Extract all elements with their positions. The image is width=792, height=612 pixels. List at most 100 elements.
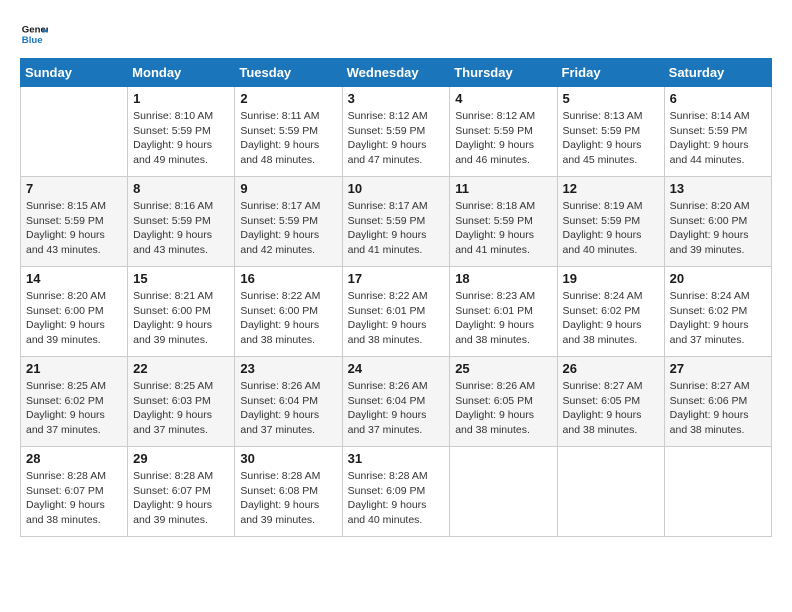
- day-info: Sunrise: 8:11 AM Sunset: 5:59 PM Dayligh…: [240, 109, 336, 168]
- calendar-cell: [450, 447, 557, 537]
- day-number: 19: [563, 271, 659, 286]
- day-number: 2: [240, 91, 336, 106]
- day-info: Sunrise: 8:27 AM Sunset: 6:06 PM Dayligh…: [670, 379, 766, 438]
- day-number: 8: [133, 181, 229, 196]
- day-info: Sunrise: 8:24 AM Sunset: 6:02 PM Dayligh…: [563, 289, 659, 348]
- day-number: 23: [240, 361, 336, 376]
- day-info: Sunrise: 8:19 AM Sunset: 5:59 PM Dayligh…: [563, 199, 659, 258]
- day-header-wednesday: Wednesday: [342, 59, 450, 87]
- calendar-week-row: 1 Sunrise: 8:10 AM Sunset: 5:59 PM Daylig…: [21, 87, 772, 177]
- day-number: 18: [455, 271, 551, 286]
- calendar-cell: 23 Sunrise: 8:26 AM Sunset: 6:04 PM Dayli…: [235, 357, 342, 447]
- day-number: 24: [348, 361, 445, 376]
- day-info: Sunrise: 8:26 AM Sunset: 6:05 PM Dayligh…: [455, 379, 551, 438]
- calendar-cell: 19 Sunrise: 8:24 AM Sunset: 6:02 PM Dayli…: [557, 267, 664, 357]
- calendar-week-row: 21 Sunrise: 8:25 AM Sunset: 6:02 PM Dayli…: [21, 357, 772, 447]
- calendar-cell: 22 Sunrise: 8:25 AM Sunset: 6:03 PM Dayli…: [128, 357, 235, 447]
- day-number: 1: [133, 91, 229, 106]
- calendar-table: SundayMondayTuesdayWednesdayThursdayFrid…: [20, 58, 772, 537]
- day-number: 10: [348, 181, 445, 196]
- calendar-cell: 9 Sunrise: 8:17 AM Sunset: 5:59 PM Daylig…: [235, 177, 342, 267]
- calendar-cell: 26 Sunrise: 8:27 AM Sunset: 6:05 PM Dayli…: [557, 357, 664, 447]
- calendar-cell: 12 Sunrise: 8:19 AM Sunset: 5:59 PM Dayli…: [557, 177, 664, 267]
- day-info: Sunrise: 8:12 AM Sunset: 5:59 PM Dayligh…: [348, 109, 445, 168]
- day-header-saturday: Saturday: [664, 59, 771, 87]
- day-number: 17: [348, 271, 445, 286]
- calendar-cell: 20 Sunrise: 8:24 AM Sunset: 6:02 PM Dayli…: [664, 267, 771, 357]
- calendar-cell: 28Sunrise: 8:28 AM Sunset: 6:07 PM Dayli…: [21, 447, 128, 537]
- day-number: 20: [670, 271, 766, 286]
- calendar-cell: 27 Sunrise: 8:27 AM Sunset: 6:06 PM Dayli…: [664, 357, 771, 447]
- day-number: 26: [563, 361, 659, 376]
- calendar-header-row: SundayMondayTuesdayWednesdayThursdayFrid…: [21, 59, 772, 87]
- calendar-cell: 18 Sunrise: 8:23 AM Sunset: 6:01 PM Dayli…: [450, 267, 557, 357]
- day-info: Sunrise: 8:10 AM Sunset: 5:59 PM Dayligh…: [133, 109, 229, 168]
- calendar-cell: 16 Sunrise: 8:22 AM Sunset: 6:00 PM Dayli…: [235, 267, 342, 357]
- day-number: 9: [240, 181, 336, 196]
- day-info: Sunrise: 8:12 AM Sunset: 5:59 PM Dayligh…: [455, 109, 551, 168]
- day-info: Sunrise: 8:28 AM Sunset: 6:09 PM Dayligh…: [348, 469, 445, 528]
- calendar-week-row: 14 Sunrise: 8:20 AM Sunset: 6:00 PM Dayli…: [21, 267, 772, 357]
- day-number: 6: [670, 91, 766, 106]
- day-number: 3: [348, 91, 445, 106]
- calendar-cell: 29 Sunrise: 8:28 AM Sunset: 6:07 PM Dayli…: [128, 447, 235, 537]
- calendar-cell: 1 Sunrise: 8:10 AM Sunset: 5:59 PM Daylig…: [128, 87, 235, 177]
- day-header-sunday: Sunday: [21, 59, 128, 87]
- calendar-cell: 30Sunrise: 8:28 AM Sunset: 6:08 PM Dayli…: [235, 447, 342, 537]
- day-info: Sunrise: 8:28 AM Sunset: 6:07 PM Dayligh…: [133, 469, 229, 528]
- header: General Blue: [20, 20, 772, 48]
- calendar-week-row: 7Sunrise: 8:15 AM Sunset: 5:59 PM Daylig…: [21, 177, 772, 267]
- day-info: Sunrise: 8:24 AM Sunset: 6:02 PM Dayligh…: [670, 289, 766, 348]
- day-number: 7: [26, 181, 122, 196]
- day-number: 16: [240, 271, 336, 286]
- calendar-cell: [664, 447, 771, 537]
- calendar-cell: 8 Sunrise: 8:16 AM Sunset: 5:59 PM Daylig…: [128, 177, 235, 267]
- calendar-cell: 13 Sunrise: 8:20 AM Sunset: 6:00 PM Dayli…: [664, 177, 771, 267]
- day-number: 27: [670, 361, 766, 376]
- day-header-monday: Monday: [128, 59, 235, 87]
- day-number: 25: [455, 361, 551, 376]
- day-info: Sunrise: 8:27 AM Sunset: 6:05 PM Dayligh…: [563, 379, 659, 438]
- calendar-cell: 2 Sunrise: 8:11 AM Sunset: 5:59 PM Daylig…: [235, 87, 342, 177]
- day-header-thursday: Thursday: [450, 59, 557, 87]
- day-number: 12: [563, 181, 659, 196]
- day-number: 30: [240, 451, 336, 466]
- day-info: Sunrise: 8:23 AM Sunset: 6:01 PM Dayligh…: [455, 289, 551, 348]
- day-info: Sunrise: 8:25 AM Sunset: 6:02 PM Dayligh…: [26, 379, 122, 438]
- day-number: 14: [26, 271, 122, 286]
- calendar-cell: 11 Sunrise: 8:18 AM Sunset: 5:59 PM Dayli…: [450, 177, 557, 267]
- logo: General Blue: [20, 20, 52, 48]
- calendar-cell: 10Sunrise: 8:17 AM Sunset: 5:59 PM Dayli…: [342, 177, 450, 267]
- day-info: Sunrise: 8:18 AM Sunset: 5:59 PM Dayligh…: [455, 199, 551, 258]
- calendar-cell: 4 Sunrise: 8:12 AM Sunset: 5:59 PM Daylig…: [450, 87, 557, 177]
- calendar-cell: 21 Sunrise: 8:25 AM Sunset: 6:02 PM Dayli…: [21, 357, 128, 447]
- day-number: 13: [670, 181, 766, 196]
- day-number: 11: [455, 181, 551, 196]
- logo-icon: General Blue: [20, 20, 48, 48]
- day-info: Sunrise: 8:22 AM Sunset: 6:00 PM Dayligh…: [240, 289, 336, 348]
- calendar-cell: 5Sunrise: 8:13 AM Sunset: 5:59 PM Daylig…: [557, 87, 664, 177]
- calendar-cell: 6 Sunrise: 8:14 AM Sunset: 5:59 PM Daylig…: [664, 87, 771, 177]
- day-number: 28: [26, 451, 122, 466]
- day-info: Sunrise: 8:26 AM Sunset: 6:04 PM Dayligh…: [240, 379, 336, 438]
- day-number: 22: [133, 361, 229, 376]
- day-info: Sunrise: 8:21 AM Sunset: 6:00 PM Dayligh…: [133, 289, 229, 348]
- day-number: 4: [455, 91, 551, 106]
- calendar-cell: 31Sunrise: 8:28 AM Sunset: 6:09 PM Dayli…: [342, 447, 450, 537]
- day-info: Sunrise: 8:22 AM Sunset: 6:01 PM Dayligh…: [348, 289, 445, 348]
- calendar-cell: 25 Sunrise: 8:26 AM Sunset: 6:05 PM Dayli…: [450, 357, 557, 447]
- day-number: 29: [133, 451, 229, 466]
- day-info: Sunrise: 8:26 AM Sunset: 6:04 PM Dayligh…: [348, 379, 445, 438]
- calendar-cell: [557, 447, 664, 537]
- calendar-cell: 14 Sunrise: 8:20 AM Sunset: 6:00 PM Dayli…: [21, 267, 128, 357]
- day-info: Sunrise: 8:20 AM Sunset: 6:00 PM Dayligh…: [670, 199, 766, 258]
- day-info: Sunrise: 8:25 AM Sunset: 6:03 PM Dayligh…: [133, 379, 229, 438]
- calendar-cell: 15Sunrise: 8:21 AM Sunset: 6:00 PM Dayli…: [128, 267, 235, 357]
- calendar-cell: [21, 87, 128, 177]
- day-info: Sunrise: 8:17 AM Sunset: 5:59 PM Dayligh…: [240, 199, 336, 258]
- day-info: Sunrise: 8:16 AM Sunset: 5:59 PM Dayligh…: [133, 199, 229, 258]
- day-info: Sunrise: 8:14 AM Sunset: 5:59 PM Dayligh…: [670, 109, 766, 168]
- day-number: 21: [26, 361, 122, 376]
- day-info: Sunrise: 8:20 AM Sunset: 6:00 PM Dayligh…: [26, 289, 122, 348]
- day-info: Sunrise: 8:13 AM Sunset: 5:59 PM Dayligh…: [563, 109, 659, 168]
